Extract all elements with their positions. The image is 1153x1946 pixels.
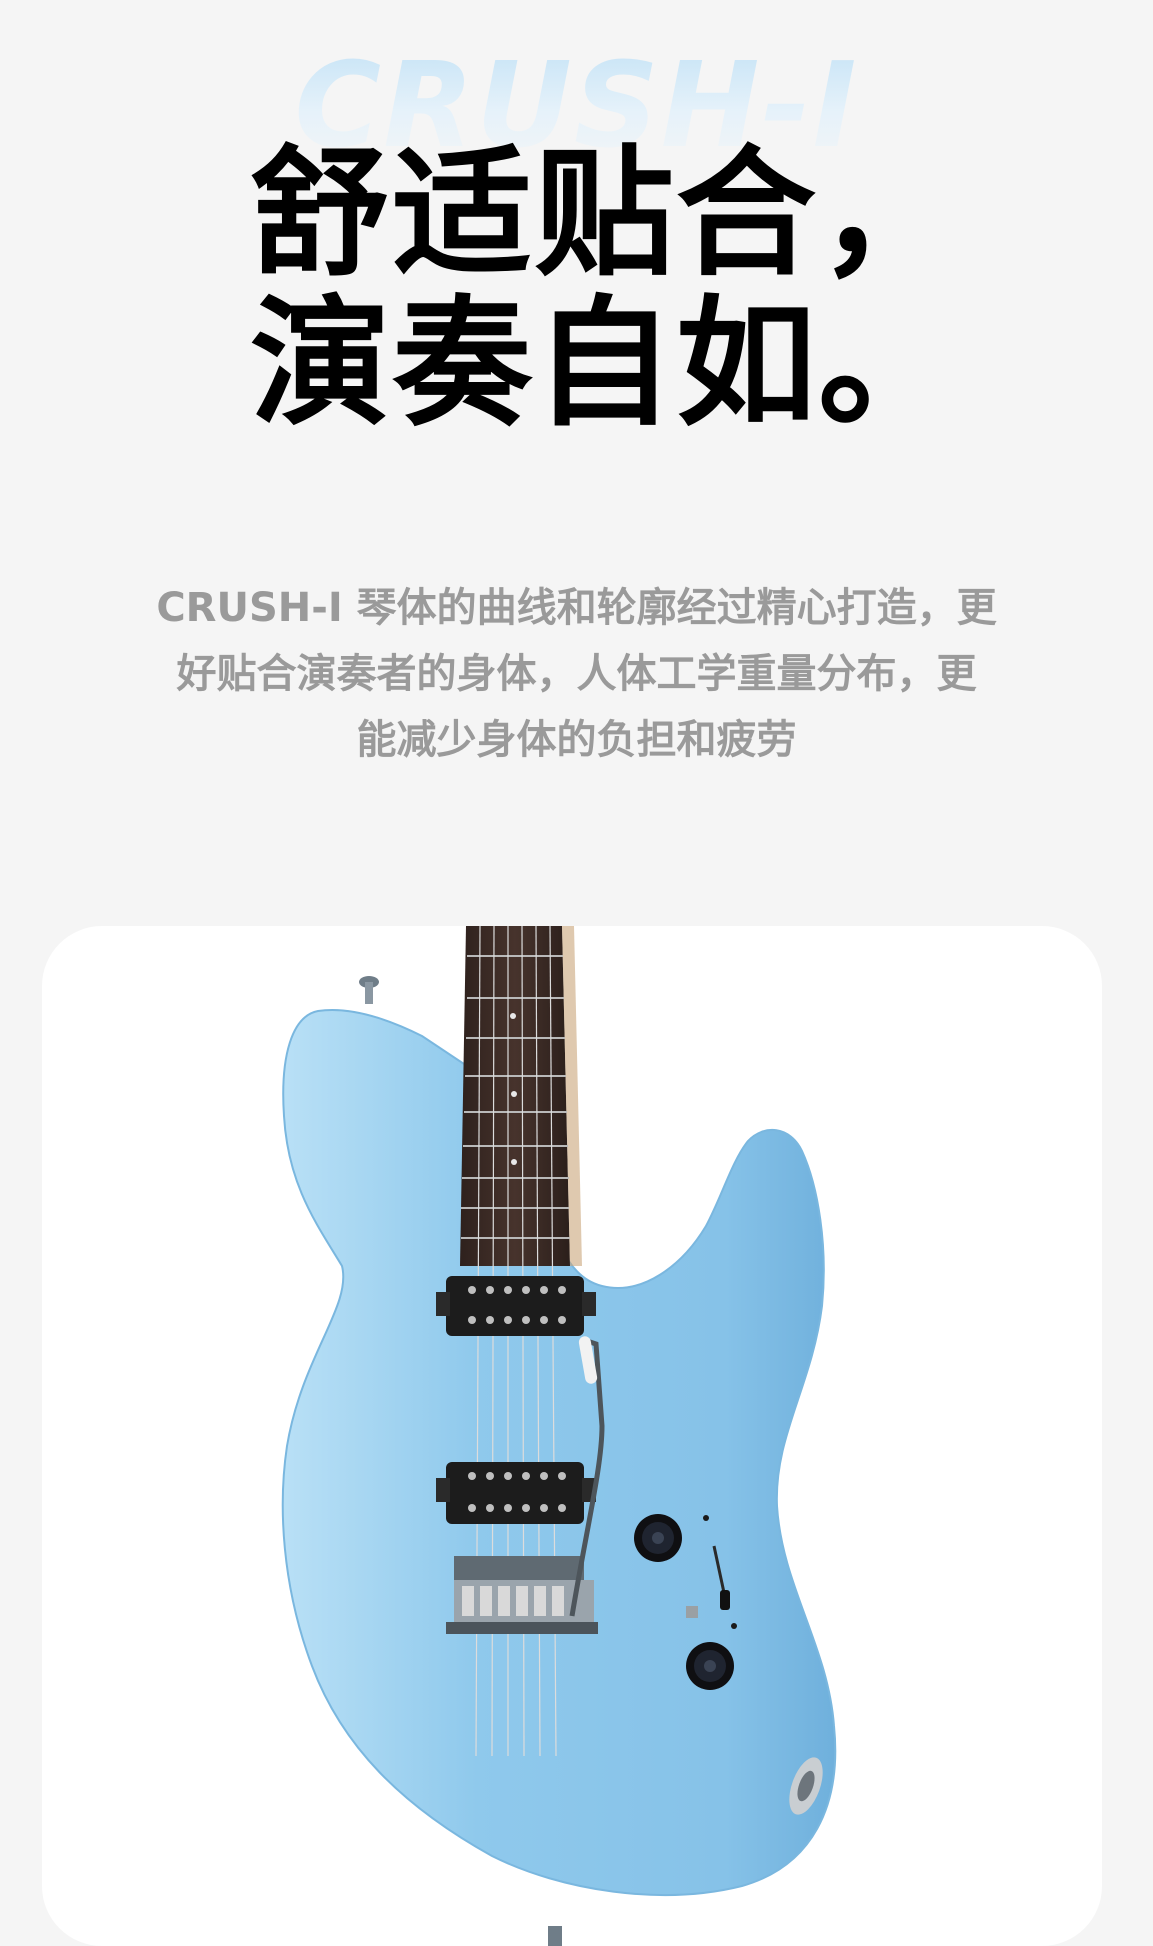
neck-pickup (436, 1276, 596, 1336)
product-description: CRUSH-I 琴体的曲线和轮廓经过精心打造，更 好贴合演奏者的身体，人体工学重… (80, 575, 1073, 773)
product-image-card (42, 926, 1102, 1946)
tone-knob (686, 1642, 734, 1690)
description-line-2: 好贴合演奏者的身体，人体工学重量分布，更 (176, 651, 977, 697)
page-headline: 舒适贴合， 演奏自如。 (250, 140, 970, 440)
bridge-pickup (436, 1462, 596, 1524)
electric-guitar-image (281, 926, 837, 1946)
headline-line-1: 舒适贴合， (250, 133, 961, 296)
volume-knob (634, 1514, 682, 1562)
description-line-3: 能减少身体的负担和疲劳 (356, 717, 797, 763)
description-line-1: CRUSH-I 琴体的曲线和轮廓经过精心打造，更 (156, 585, 997, 631)
headline-line-2: 演奏自如。 (250, 283, 961, 446)
